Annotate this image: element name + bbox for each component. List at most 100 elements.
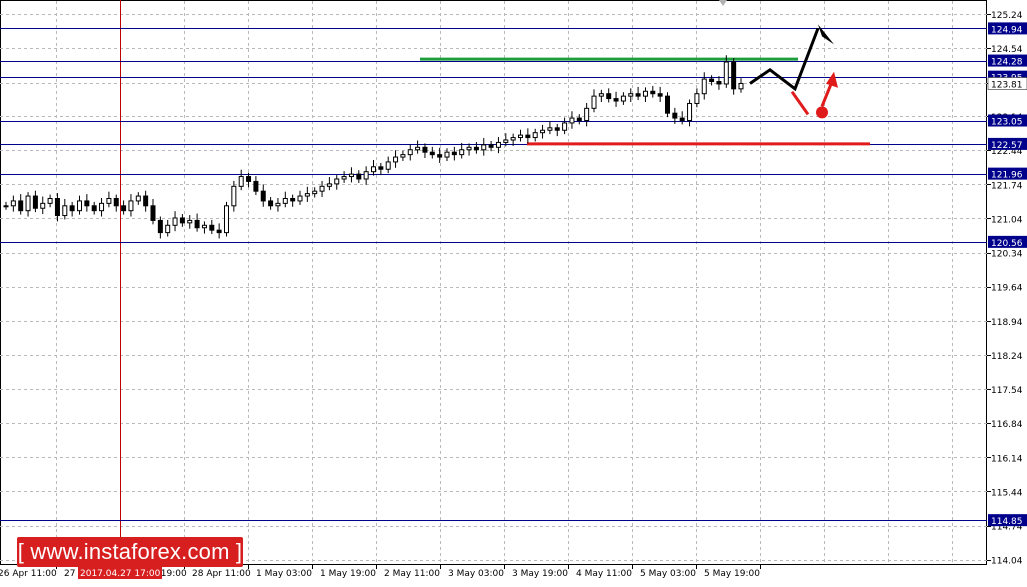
candle-body: [422, 146, 428, 153]
candle-body: [598, 93, 604, 97]
candle-body: [378, 166, 384, 170]
candle-body: [157, 219, 163, 234]
candle-body: [304, 193, 310, 197]
crosshair-date-label: 2017.04.27 17:00: [80, 569, 161, 579]
candle-body: [547, 127, 553, 131]
candle-body: [77, 200, 82, 212]
time-label: 28 Apr 11:00: [192, 569, 251, 579]
candle-body: [128, 200, 134, 212]
time-label: 26 Apr 11:00: [0, 569, 57, 579]
time-label: 2 May 11:00: [384, 569, 440, 579]
candle-body: [437, 154, 443, 158]
candle-body: [238, 176, 244, 187]
level-label: 123.05: [991, 118, 1023, 128]
level-label: 114.85: [991, 517, 1023, 527]
candle-body: [510, 137, 516, 141]
candle-body: [613, 98, 619, 102]
candle-body: [99, 202, 105, 212]
time-label: 5 May 19:00: [704, 569, 760, 579]
candle-body: [385, 161, 391, 170]
price-tick-label: 118.24: [991, 352, 1023, 362]
candle-body: [297, 195, 303, 202]
candle-body: [25, 195, 31, 212]
candle-body: [679, 117, 685, 122]
candle-body: [591, 95, 597, 109]
candle-body: [187, 219, 193, 224]
candle-body: [650, 90, 656, 95]
candle-body: [253, 180, 259, 192]
candle-body: [290, 197, 296, 202]
candle-body: [576, 117, 582, 122]
level-label: 120.56: [991, 239, 1023, 249]
candle-body: [356, 173, 362, 180]
candle-body: [687, 102, 693, 122]
candle-body: [400, 154, 406, 158]
instaforex-watermark[interactable]: [ www.instaforex.com ]: [17, 537, 243, 567]
price-tick-label: 118.94: [991, 318, 1023, 328]
time-label: 3 May 19:00: [512, 569, 568, 579]
candle-body: [540, 129, 546, 134]
candle-body: [165, 224, 171, 234]
candle-body: [201, 224, 207, 229]
price-tick-label: 115.44: [991, 488, 1023, 498]
level-label: 124.28: [991, 58, 1023, 68]
candle-body: [84, 200, 90, 207]
candle-body: [716, 81, 722, 85]
correction-dot: [816, 106, 828, 119]
candle-body: [106, 197, 112, 204]
candle-body: [3, 205, 9, 208]
candle-body: [260, 190, 266, 202]
level-label: 122.57: [991, 141, 1023, 151]
candle-body: [518, 134, 523, 139]
candle-body: [312, 190, 318, 195]
price-tick-label: 121.74: [991, 181, 1023, 191]
price-tick-label: 120.34: [991, 250, 1023, 260]
candle-body: [113, 197, 119, 207]
candle-body: [341, 176, 347, 180]
price-tick-label: 121.04: [991, 215, 1023, 225]
price-tick-label: 125.24: [991, 11, 1023, 21]
time-label: 1 May 19:00: [320, 569, 376, 579]
forex-chart[interactable]: 125.24124.54123.81123.14122.44121.74121.…: [0, 0, 1027, 587]
candle-body: [554, 127, 560, 131]
level-label: 124.94: [991, 25, 1023, 35]
price-tick-label: 119.64: [991, 284, 1023, 294]
time-label: 3 May 03:00: [448, 569, 504, 579]
candle-body: [415, 146, 421, 151]
level-label: 121.96: [991, 171, 1023, 181]
candle-body: [91, 205, 97, 212]
candle-body: [268, 200, 274, 207]
candle-body: [194, 219, 200, 229]
candle-body: [54, 197, 60, 217]
candle-body: [672, 112, 678, 119]
candle-body: [459, 149, 465, 156]
candle-body: [569, 117, 575, 124]
candle-body: [444, 151, 450, 158]
candle-body: [69, 205, 75, 212]
candle-body: [371, 166, 376, 173]
price-tick-label: 124.54: [991, 45, 1023, 55]
candle-body: [731, 61, 737, 90]
candle-body: [657, 93, 663, 97]
candle-body: [606, 93, 612, 100]
candle-body: [47, 197, 53, 204]
price-tick-label: 116.14: [991, 454, 1023, 464]
time-label: 1 May 03:00: [256, 569, 312, 579]
candle-body: [466, 146, 472, 151]
price-tick-label: 116.84: [991, 420, 1023, 430]
price-tick-label: 117.54: [991, 386, 1023, 396]
watermark-bracket-left: [: [17, 539, 31, 564]
candle-body: [584, 107, 590, 122]
candle-body: [231, 185, 237, 207]
candle-body: [246, 176, 252, 182]
candle-body: [319, 185, 325, 192]
time-label: 4 May 11:00: [576, 569, 632, 579]
candle-body: [635, 93, 641, 97]
candle-body: [495, 141, 501, 148]
candle-body: [172, 217, 178, 226]
candle-body: [473, 146, 479, 151]
candle-body: [363, 171, 369, 180]
time-label: 5 May 03:00: [640, 569, 696, 579]
candle-body: [642, 90, 648, 97]
candle-body: [150, 205, 156, 221]
